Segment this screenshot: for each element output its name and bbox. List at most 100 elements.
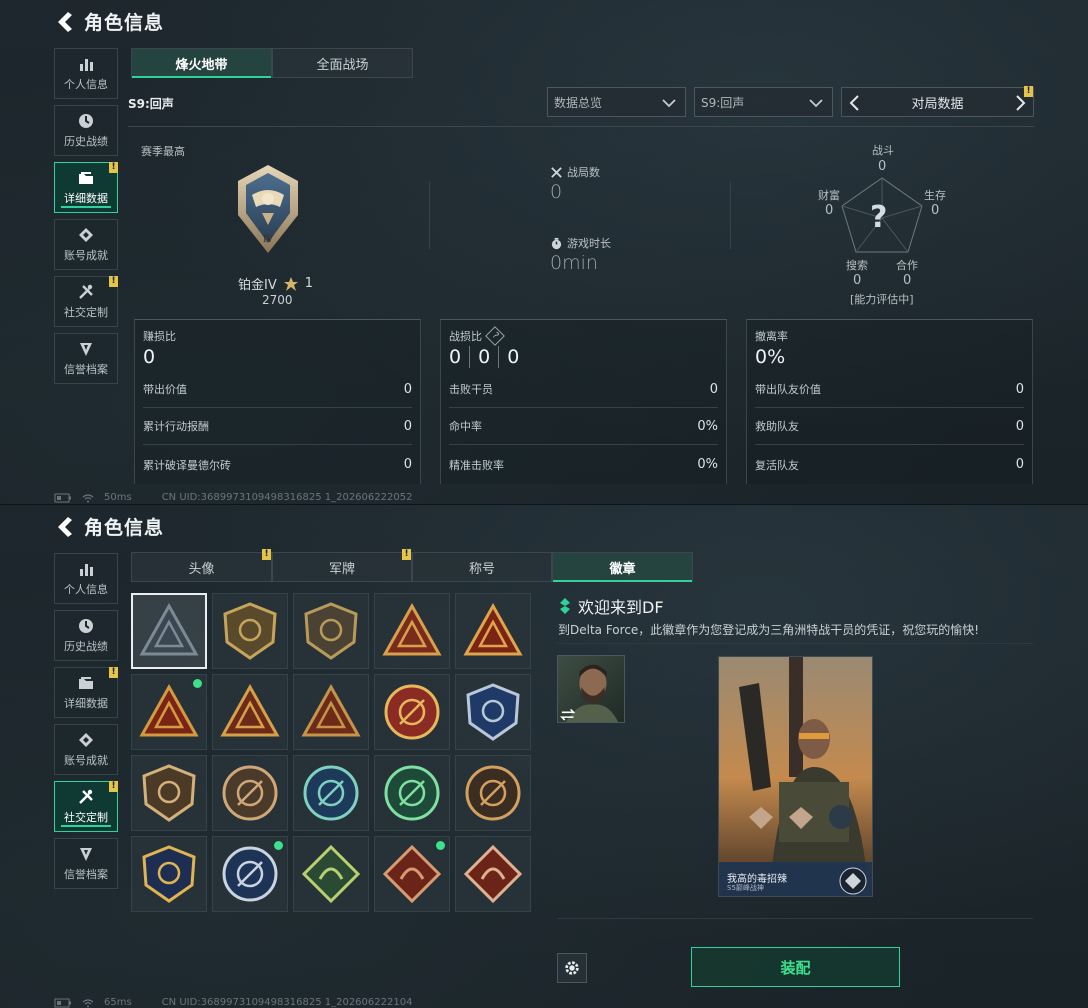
stat-value: 0 — [709, 381, 718, 397]
rank-score: 2700 — [262, 293, 293, 307]
badge-slot[interactable] — [131, 593, 207, 669]
playtime-value: 0min — [550, 252, 598, 274]
operator-portrait[interactable] — [557, 655, 625, 723]
badge-slot[interactable] — [293, 836, 369, 912]
status-footer: 50ms CN UID:3689973109498316825 1_202606… — [54, 492, 412, 503]
ping-text: 65ms — [104, 997, 132, 1008]
divider — [730, 181, 731, 249]
badge-slot[interactable] — [293, 755, 369, 831]
stat-label: 带出价值 — [143, 383, 187, 396]
nav-item-detail-data[interactable]: 详细数据 ! — [54, 667, 118, 718]
nav-item-history[interactable]: 历史战绩 — [54, 105, 118, 156]
badge-slot[interactable] — [212, 593, 288, 669]
badge-slot[interactable] — [455, 593, 531, 669]
badge-title-row: 欢迎来到DF — [560, 594, 664, 618]
radar-label-combat: 战斗 — [872, 144, 894, 157]
d20-shield-badge-icon — [142, 764, 196, 822]
blue-crosshair-badge-icon — [303, 765, 359, 821]
nav-item-social-custom[interactable]: 社交定制 ! — [54, 781, 118, 832]
badge-slot[interactable] — [131, 836, 207, 912]
page-title: 角色信息 — [84, 12, 165, 34]
folder-icon — [77, 169, 95, 187]
number-one-badge-icon — [463, 602, 523, 656]
tab-hazard-zone[interactable]: 烽火地带 — [131, 48, 272, 78]
back-arrow-icon[interactable] — [54, 9, 76, 35]
nav-item-profile[interactable]: 个人信息 — [54, 553, 118, 604]
nav-item-achievements[interactable]: 账号成就 — [54, 724, 118, 775]
nav-label: 账号成就 — [64, 249, 108, 262]
badge-slot[interactable] — [212, 755, 288, 831]
badge-slot[interactable] — [293, 593, 369, 669]
radar-status: [能力评估中] — [850, 293, 914, 306]
season-high-label: 赛季最高 — [141, 145, 185, 158]
back-arrow-icon[interactable] — [54, 514, 76, 540]
card-head: 撤离率 0% — [755, 328, 788, 368]
badge-slot[interactable] — [374, 755, 450, 831]
nav-label: 信誉档案 — [64, 363, 108, 376]
radar-value-coop: 0 — [903, 273, 912, 288]
tab-title[interactable]: 称号 — [412, 552, 552, 582]
nav-label: 个人信息 — [64, 583, 108, 596]
chevron-left-icon[interactable] — [848, 94, 862, 112]
stat-label: 命中率 — [449, 420, 482, 433]
rank-name: 铂金IV — [238, 278, 277, 293]
bar-chart-icon — [77, 55, 95, 73]
nav-item-reputation[interactable]: 信誉档案 — [54, 838, 118, 889]
kd-value: 0 — [507, 346, 520, 368]
badge-slot[interactable] — [374, 836, 450, 912]
radar-value-wealth: 0 — [825, 203, 834, 218]
badge-slot[interactable] — [455, 674, 531, 750]
badge-slot[interactable] — [455, 755, 531, 831]
hexagon-triangle-badge-icon — [220, 683, 280, 737]
divider — [429, 181, 430, 249]
divider — [557, 643, 1033, 644]
chevron-down-icon — [662, 99, 676, 108]
operator-card: 我高的毒招辣 S5巅峰战神 — [718, 656, 873, 897]
help-icon[interactable]: ? — [485, 326, 505, 346]
tab-full-battlefield[interactable]: 全面战场 — [272, 48, 413, 78]
matches-value: 0 — [550, 181, 563, 203]
season-dropdown[interactable]: S9:回声 — [694, 87, 833, 117]
overview-dropdown[interactable]: 数据总览 — [547, 87, 686, 117]
runner-diamond-badge-icon — [463, 844, 523, 904]
radar-label-coop: 合作 — [896, 259, 918, 272]
badge-slot[interactable] — [455, 836, 531, 912]
badge-slot[interactable] — [374, 593, 450, 669]
nav-item-social-custom[interactable]: 社交定制 ! — [54, 276, 118, 327]
badge-slot[interactable] — [212, 674, 288, 750]
rank-info: 铂金IV 1 — [238, 274, 313, 293]
badge-slot[interactable] — [293, 674, 369, 750]
tab-badge[interactable]: 徽章 — [552, 552, 693, 582]
kd-value: 0 — [449, 346, 462, 368]
stat-row: 带出队友价值 0 — [755, 371, 1024, 408]
alert-badge: ! — [109, 781, 118, 792]
nav-item-detail-data[interactable]: 详细数据 ! — [54, 162, 118, 213]
badge-description: 到Delta Force，此徽章作为您登记成为三角洲特战干员的凭证，祝您玩的愉快… — [558, 623, 980, 637]
badge-slot[interactable] — [212, 836, 288, 912]
nav-item-profile[interactable]: 个人信息 — [54, 48, 118, 99]
crossed-swords-icon — [551, 166, 562, 178]
stat-card-profit: 赚损比 0 带出价值 0 累计行动报酬 0 累计破译曼德尔砖 0 — [134, 319, 421, 484]
nav-item-reputation[interactable]: 信誉档案 — [54, 333, 118, 384]
tab-avatar[interactable]: 头像! — [131, 549, 272, 582]
dragon-green-badge-icon — [301, 844, 361, 904]
tab-dog-tag[interactable]: 军牌! — [272, 549, 412, 582]
helicopter-badge-icon — [223, 602, 277, 660]
dragon-red-badge-icon — [382, 844, 442, 904]
settings-button[interactable] — [557, 953, 587, 983]
match-data-switcher[interactable]: 对局数据 — [841, 87, 1034, 117]
badge-slot[interactable] — [131, 674, 207, 750]
badge-slot[interactable] — [131, 755, 207, 831]
equip-button[interactable]: 装配 — [691, 947, 900, 987]
nav-item-achievements[interactable]: 账号成就 — [54, 219, 118, 270]
nav-item-history[interactable]: 历史战绩 — [54, 610, 118, 661]
custom-tabs: 头像! 军牌! 称号 徽章 — [131, 549, 693, 582]
medal-icon — [77, 731, 95, 749]
stat-label: 精准击败率 — [449, 458, 504, 472]
nav-label: 详细数据 — [64, 192, 108, 205]
stat-value: 0 — [1015, 457, 1024, 472]
stat-value: 0 — [1015, 418, 1024, 434]
operator-title: S5巅峰战神 — [727, 884, 764, 892]
radar-label-search: 搜索 — [846, 259, 868, 272]
badge-slot[interactable] — [374, 674, 450, 750]
